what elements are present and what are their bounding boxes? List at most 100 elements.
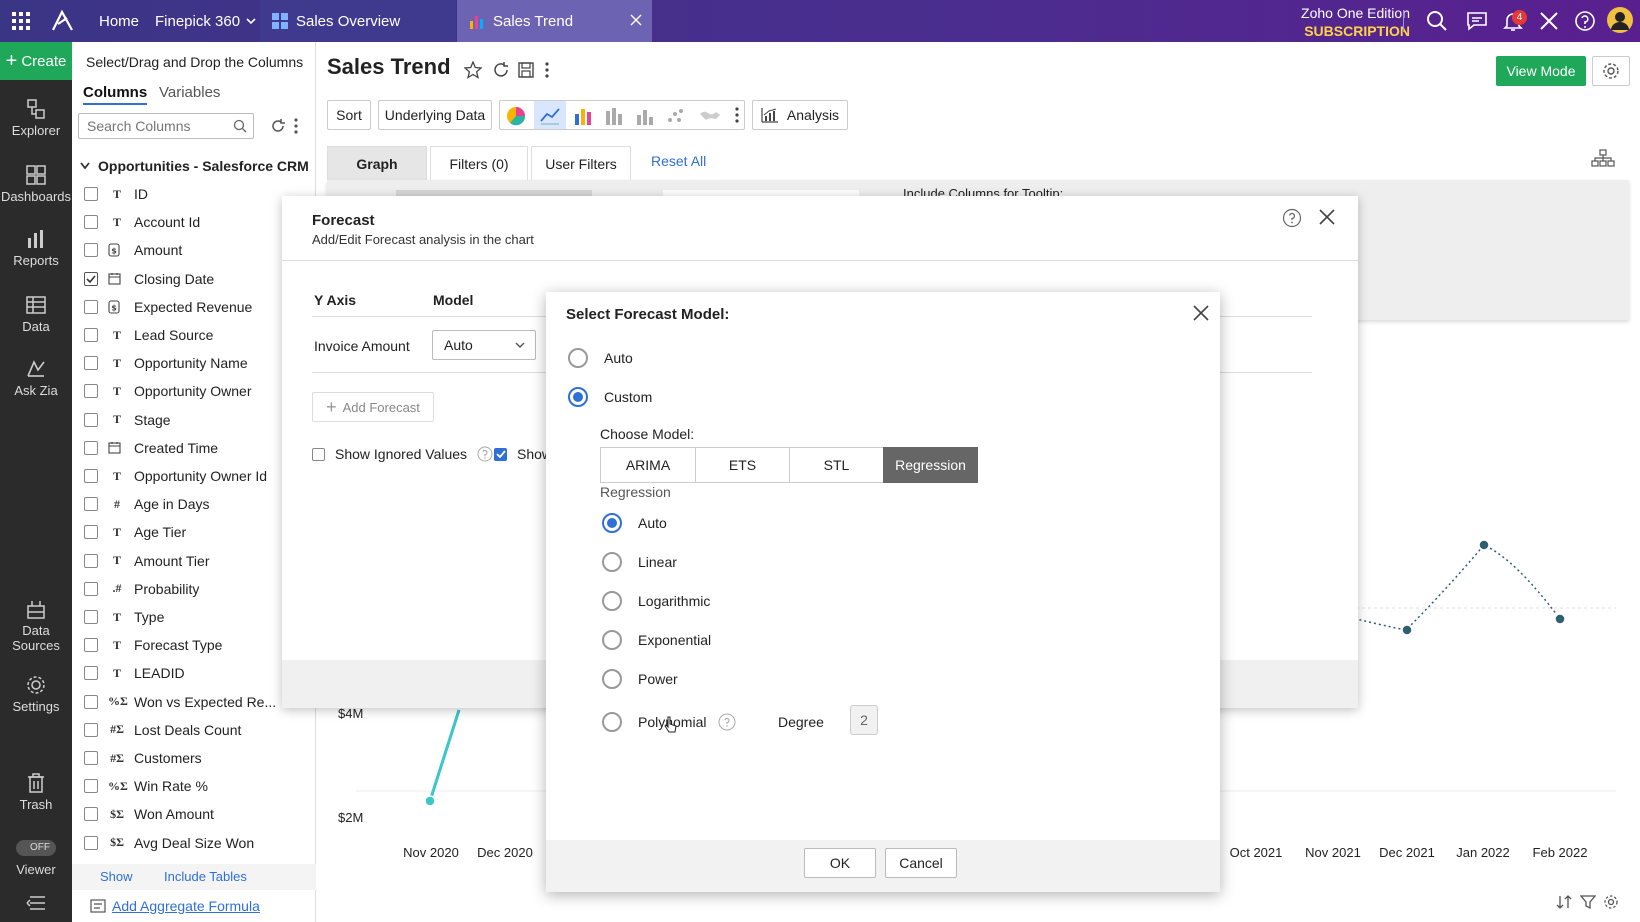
rail-explorer[interactable]: Explorer	[0, 98, 72, 138]
column-item[interactable]: %Σ Won vs Expected Re...	[84, 691, 276, 713]
scatter-chart-icon[interactable]	[666, 106, 686, 126]
collapse-menu-icon[interactable]	[0, 896, 72, 913]
checkbox[interactable]	[84, 807, 98, 822]
column-item[interactable]: #Σ Customers	[84, 747, 202, 769]
checkbox[interactable]	[312, 447, 325, 461]
checkbox[interactable]	[84, 722, 98, 737]
tab-graph[interactable]: Graph	[327, 146, 427, 180]
cancel-button[interactable]: Cancel	[885, 848, 957, 878]
analytics-logo-icon[interactable]	[50, 8, 76, 34]
refresh-icon[interactable]	[270, 118, 286, 134]
radio-selected[interactable]	[602, 513, 622, 533]
checkbox[interactable]	[84, 553, 98, 568]
rail-reports[interactable]: Reports	[0, 228, 72, 268]
viewer-toggle[interactable]: OFF Viewer	[0, 840, 72, 877]
column-item[interactable]: %Σ Win Rate %	[84, 775, 208, 797]
add-aggregate-formula-link[interactable]: Add Aggregate Formula	[90, 898, 260, 914]
degree-input[interactable]: 2	[850, 705, 878, 735]
column-item[interactable]: Created Time	[84, 437, 218, 459]
tools-icon[interactable]	[1538, 10, 1560, 32]
column-item[interactable]: T Account Id	[84, 211, 200, 233]
line-chart-icon[interactable]	[534, 101, 566, 129]
checkbox-checked[interactable]	[84, 271, 98, 286]
model-select[interactable]: Auto	[432, 330, 536, 360]
favorite-star-icon[interactable]	[464, 61, 482, 79]
checkbox[interactable]	[84, 666, 98, 681]
column-item[interactable]: T LEADID	[84, 662, 185, 684]
column-item[interactable]: T ID	[84, 183, 148, 205]
checkbox[interactable]	[84, 412, 98, 427]
column-item[interactable]: Closing Date	[84, 268, 214, 290]
column-item[interactable]: T Lead Source	[84, 324, 213, 346]
checkbox[interactable]	[84, 638, 98, 653]
column-item[interactable]: T Opportunity Owner	[84, 380, 252, 402]
tab-sales-overview[interactable]: Sales Overview	[260, 0, 456, 42]
hierarchy-icon[interactable]	[1591, 149, 1615, 167]
column-item[interactable]: #Σ Lost Deals Count	[84, 719, 241, 741]
checkbox[interactable]	[84, 610, 98, 624]
view-mode-button[interactable]: View Mode	[1496, 56, 1586, 86]
more-options-icon[interactable]	[545, 62, 549, 78]
radio[interactable]	[602, 552, 622, 572]
checkbox[interactable]	[84, 694, 98, 709]
checkbox[interactable]	[84, 215, 98, 230]
column-item[interactable]: $ Expected Revenue	[84, 296, 252, 318]
model-regression-button[interactable]: Regression	[883, 447, 978, 483]
column-item[interactable]: T Amount Tier	[84, 550, 209, 572]
checkbox[interactable]	[84, 469, 98, 483]
help-icon[interactable]	[1574, 10, 1596, 32]
close-tab-icon[interactable]	[630, 14, 642, 26]
rail-data[interactable]: Data	[0, 294, 72, 334]
rail-data-sources[interactable]: Data Sources	[0, 598, 72, 653]
rail-dashboards[interactable]: Dashboards	[0, 164, 72, 204]
more-options-icon[interactable]	[294, 118, 298, 134]
analysis-button[interactable]: Analysis	[752, 100, 848, 130]
help-icon[interactable]	[477, 446, 493, 462]
search-columns-field[interactable]	[78, 113, 254, 139]
checkbox[interactable]	[84, 835, 98, 850]
chart-settings-icon[interactable]	[1603, 894, 1619, 910]
column-item[interactable]: $Σ Won Amount	[84, 803, 214, 825]
tab-user-filters[interactable]: User Filters	[531, 146, 631, 180]
filter-icon[interactable]	[1580, 894, 1596, 910]
radio[interactable]	[602, 630, 622, 650]
show-link[interactable]: Show	[100, 869, 133, 884]
user-avatar[interactable]	[1606, 6, 1634, 34]
report-settings-button[interactable]	[1592, 56, 1630, 86]
column-item[interactable]: T Type	[84, 606, 164, 628]
column-item[interactable]: T Opportunity Name	[84, 352, 248, 374]
underlying-data-button[interactable]: Underlying Data	[378, 100, 492, 130]
include-tables-link[interactable]: Include Tables	[164, 869, 247, 884]
add-forecast-button[interactable]: + Add Forecast	[312, 392, 434, 422]
bar-chart-icon[interactable]	[573, 106, 593, 126]
tab-columns[interactable]: Columns	[83, 84, 148, 105]
help-icon[interactable]	[718, 713, 736, 731]
forecast-point[interactable]	[1478, 539, 1490, 551]
rail-settings[interactable]: Settings	[0, 674, 72, 714]
tab-sales-trend[interactable]: Sales Trend	[457, 0, 652, 42]
forecast-point[interactable]	[1401, 624, 1413, 636]
sort-button[interactable]: Sort	[327, 100, 371, 130]
column-item[interactable]: .# Probability	[84, 578, 199, 600]
ok-button[interactable]: OK	[804, 848, 876, 878]
show-checkbox[interactable]: Show	[494, 446, 552, 462]
save-icon[interactable]	[517, 61, 535, 79]
checkbox[interactable]	[84, 497, 98, 512]
checkbox[interactable]	[84, 384, 98, 399]
create-button[interactable]: + Create	[0, 42, 72, 80]
checkbox[interactable]	[84, 779, 98, 794]
checkbox[interactable]	[84, 356, 98, 371]
checkbox[interactable]	[84, 440, 98, 455]
model-arima-button[interactable]: ARIMA	[600, 447, 696, 483]
reset-all-link[interactable]: Reset All	[651, 153, 706, 169]
radio[interactable]	[602, 669, 622, 689]
radio[interactable]	[602, 712, 622, 732]
column-chart-icon[interactable]	[635, 106, 655, 126]
radio-custom-selected[interactable]	[568, 387, 588, 407]
sort-axis-icon[interactable]	[1556, 894, 1572, 910]
reg-option-exponential[interactable]: Exponential	[602, 630, 711, 650]
reg-option-auto[interactable]: Auto	[602, 513, 667, 533]
option-auto[interactable]: Auto	[568, 348, 633, 368]
more-chart-types-icon[interactable]	[735, 107, 739, 123]
chat-icon[interactable]	[1466, 10, 1488, 32]
